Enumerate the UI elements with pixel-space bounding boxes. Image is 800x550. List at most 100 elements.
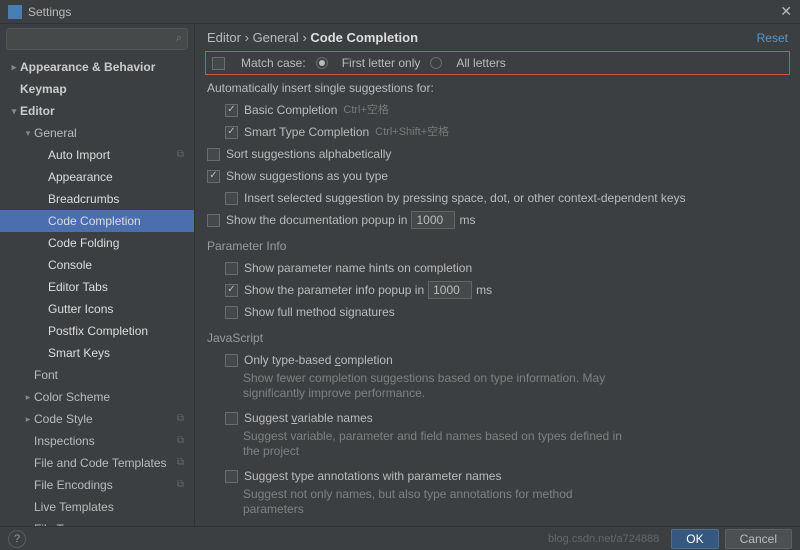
search-input[interactable]	[6, 28, 188, 50]
tree-item-label: Appearance & Behavior	[20, 58, 184, 76]
tree-item-general[interactable]: ▾General	[0, 122, 194, 144]
footer: ? blog.csdn.net/a724888 OK Cancel	[0, 526, 800, 550]
tree-item-label: Code Folding	[48, 234, 184, 252]
basic-completion-label: Basic Completion	[244, 101, 337, 119]
tree-item-color-scheme[interactable]: ▸Color Scheme	[0, 386, 194, 408]
scroll-area[interactable]: Automatically insert single suggestions …	[195, 77, 800, 526]
tree-item-editor-tabs[interactable]: Editor Tabs	[0, 276, 194, 298]
tree-item-label: File Encodings	[34, 476, 177, 494]
help-button[interactable]: ?	[8, 530, 26, 548]
basic-completion-hint: Ctrl+空格	[343, 101, 389, 119]
javascript-section: JavaScript	[207, 331, 788, 345]
cancel-button[interactable]: Cancel	[725, 529, 792, 549]
tree-item-file-types[interactable]: File Types	[0, 518, 194, 526]
tree-item-label: Editor Tabs	[48, 278, 184, 296]
full-sig-label: Show full method signatures	[244, 303, 395, 321]
expand-icon: ▸	[22, 410, 34, 428]
reset-link[interactable]: Reset	[757, 31, 788, 45]
tree-item-label: General	[34, 124, 184, 142]
tree-item-label: Live Templates	[34, 498, 184, 516]
param-delay-input[interactable]	[428, 281, 472, 299]
tree-item-breadcrumbs[interactable]: Breadcrumbs	[0, 188, 194, 210]
sidebar: ⌕ ▸Appearance & BehaviorKeymap▾Editor▾Ge…	[0, 24, 195, 526]
js-typeann-desc: Suggest not only names, but also type an…	[207, 487, 627, 517]
tree-item-file-and-code-templates[interactable]: File and Code Templates⧉	[0, 452, 194, 474]
show-doc-checkbox[interactable]	[207, 214, 220, 227]
js-expand-label: Expand method bodies in completion for o…	[244, 525, 511, 526]
match-case-checkbox[interactable]	[212, 57, 225, 70]
tree-item-appearance-behavior[interactable]: ▸Appearance & Behavior	[0, 56, 194, 78]
show-suggestions-label: Show suggestions as you type	[226, 167, 388, 185]
param-hints-checkbox[interactable]	[225, 262, 238, 275]
tree-item-auto-import[interactable]: Auto Import⧉	[0, 144, 194, 166]
tree-item-label: Code Completion	[48, 212, 184, 230]
tree-item-label: Inspections	[34, 432, 177, 450]
tree-item-code-folding[interactable]: Code Folding	[0, 232, 194, 254]
js-typeann-checkbox[interactable]	[225, 470, 238, 483]
tree-item-postfix-completion[interactable]: Postfix Completion	[0, 320, 194, 342]
tree-item-inspections[interactable]: Inspections⧉	[0, 430, 194, 452]
js-typebased-label: Only type-based completion	[244, 351, 393, 369]
ms-label: ms	[459, 211, 475, 229]
search-icon: ⌕	[176, 32, 182, 45]
tree-item-live-templates[interactable]: Live Templates	[0, 496, 194, 518]
full-sig-checkbox[interactable]	[225, 306, 238, 319]
tree-item-code-completion[interactable]: Code Completion	[0, 210, 194, 232]
insert-selected-label: Insert selected suggestion by pressing s…	[244, 189, 686, 207]
smart-completion-hint: Ctrl+Shift+空格	[375, 123, 449, 141]
tree-item-label: Appearance	[48, 168, 184, 186]
expand-icon: ▸	[8, 58, 20, 76]
tree-item-gutter-icons[interactable]: Gutter Icons	[0, 298, 194, 320]
scope-icon: ⧉	[177, 454, 184, 472]
sort-checkbox[interactable]	[207, 148, 220, 161]
js-typeann-label: Suggest type annotations with parameter …	[244, 467, 501, 485]
js-varnames-label: Suggest variable names	[244, 409, 373, 427]
window-title: Settings	[28, 5, 780, 19]
match-case-label: Match case:	[241, 56, 306, 70]
tree-item-code-style[interactable]: ▸Code Style⧉	[0, 408, 194, 430]
doc-delay-input[interactable]	[411, 211, 455, 229]
js-varnames-desc: Suggest variable, parameter and field na…	[207, 429, 627, 459]
scope-icon: ⧉	[177, 432, 184, 450]
all-letters-label: All letters	[456, 56, 505, 70]
tree-item-label: Postfix Completion	[48, 322, 184, 340]
tree-item-keymap[interactable]: Keymap	[0, 78, 194, 100]
param-popup-checkbox[interactable]	[225, 284, 238, 297]
watermark: blog.csdn.net/a724888	[548, 533, 659, 545]
titlebar: Settings ✕	[0, 0, 800, 24]
tree-item-smart-keys[interactable]: Smart Keys	[0, 342, 194, 364]
tree-item-label: Color Scheme	[34, 388, 184, 406]
first-letter-radio[interactable]	[316, 57, 328, 69]
tree-item-label: Auto Import	[48, 146, 177, 164]
tree-item-label: Editor	[20, 102, 184, 120]
insert-selected-checkbox[interactable]	[225, 192, 238, 205]
tree-item-appearance[interactable]: Appearance	[0, 166, 194, 188]
tree-item-file-encodings[interactable]: File Encodings⧉	[0, 474, 194, 496]
expand-icon: ▸	[22, 388, 34, 406]
scope-icon: ⧉	[177, 146, 184, 164]
all-letters-radio[interactable]	[430, 57, 442, 69]
basic-completion-checkbox[interactable]	[225, 104, 238, 117]
tree-item-label: Console	[48, 256, 184, 274]
expand-icon: ▾	[8, 102, 20, 120]
match-case-row: Match case: First letter only All letter…	[205, 51, 790, 75]
smart-completion-checkbox[interactable]	[225, 126, 238, 139]
show-suggestions-checkbox[interactable]	[207, 170, 220, 183]
js-typebased-checkbox[interactable]	[225, 354, 238, 367]
ms-label-2: ms	[476, 281, 492, 299]
js-varnames-checkbox[interactable]	[225, 412, 238, 425]
tree-item-editor[interactable]: ▾Editor	[0, 100, 194, 122]
ok-button[interactable]: OK	[671, 529, 718, 549]
js-typebased-desc: Show fewer completion suggestions based …	[207, 371, 627, 401]
app-icon	[8, 5, 22, 19]
tree-item-console[interactable]: Console	[0, 254, 194, 276]
parameter-info-section: Parameter Info	[207, 239, 788, 253]
show-doc-label: Show the documentation popup in	[226, 211, 407, 229]
tree-item-label: File and Code Templates	[34, 454, 177, 472]
tree-item-label: Breadcrumbs	[48, 190, 184, 208]
close-icon[interactable]: ✕	[780, 3, 792, 20]
settings-tree[interactable]: ▸Appearance & BehaviorKeymap▾Editor▾Gene…	[0, 54, 194, 526]
tree-item-label: Code Style	[34, 410, 177, 428]
tree-item-font[interactable]: Font	[0, 364, 194, 386]
smart-completion-label: Smart Type Completion	[244, 123, 369, 141]
